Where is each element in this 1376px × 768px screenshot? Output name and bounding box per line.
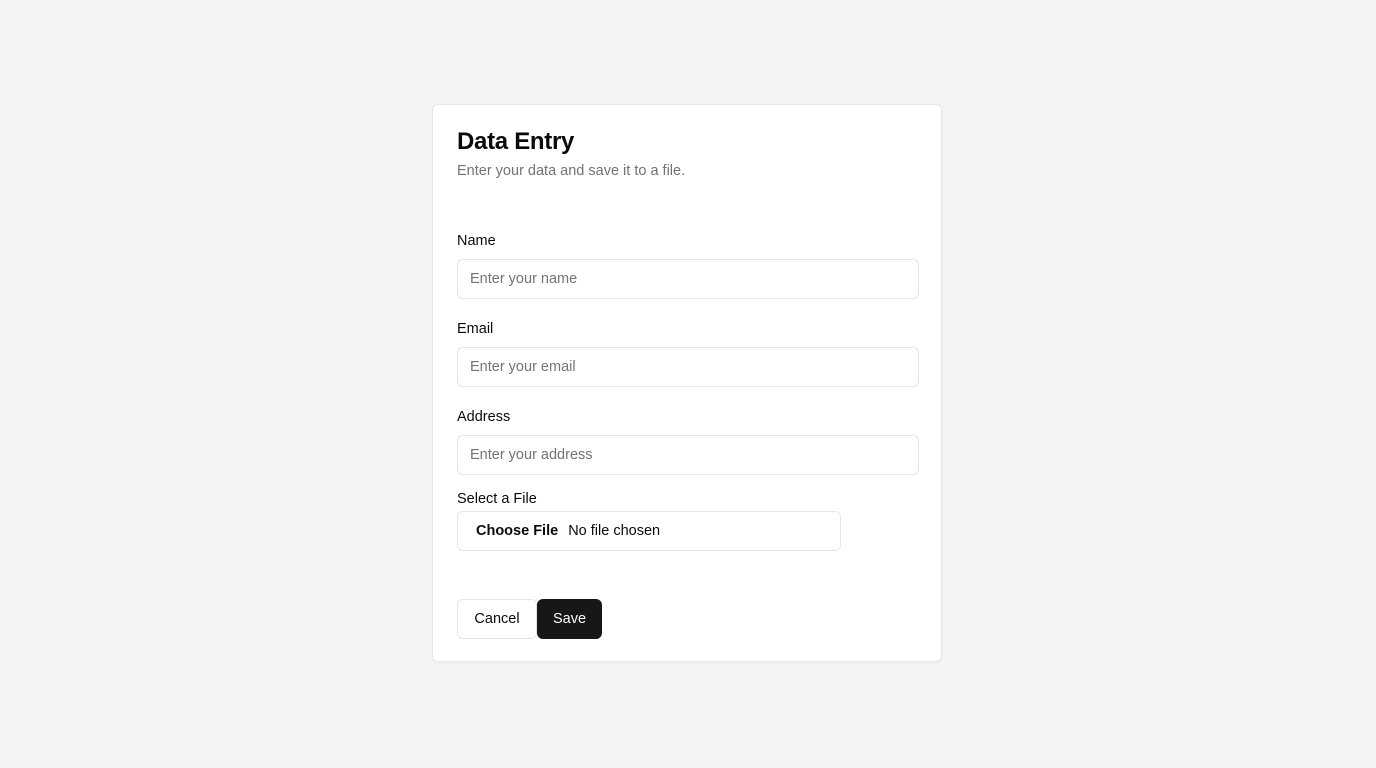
file-input[interactable]: Choose File No file chosen — [457, 511, 841, 551]
name-label: Name — [457, 233, 496, 249]
name-input[interactable] — [457, 259, 919, 299]
page-title: Data Entry — [457, 128, 575, 155]
email-input[interactable] — [457, 347, 919, 387]
email-label: Email — [457, 321, 494, 337]
page-subtitle: Enter your data and save it to a file. — [457, 163, 686, 179]
data-entry-card: Data Entry Enter your data and save it t… — [432, 104, 942, 662]
save-button[interactable]: Save — [537, 599, 602, 639]
file-label: Select a File — [457, 491, 537, 507]
file-status: No file chosen — [568, 523, 661, 539]
address-label: Address — [457, 409, 511, 425]
cancel-button[interactable]: Cancel — [457, 599, 537, 639]
choose-file-button[interactable]: Choose File — [476, 523, 558, 539]
address-input[interactable] — [457, 435, 919, 475]
